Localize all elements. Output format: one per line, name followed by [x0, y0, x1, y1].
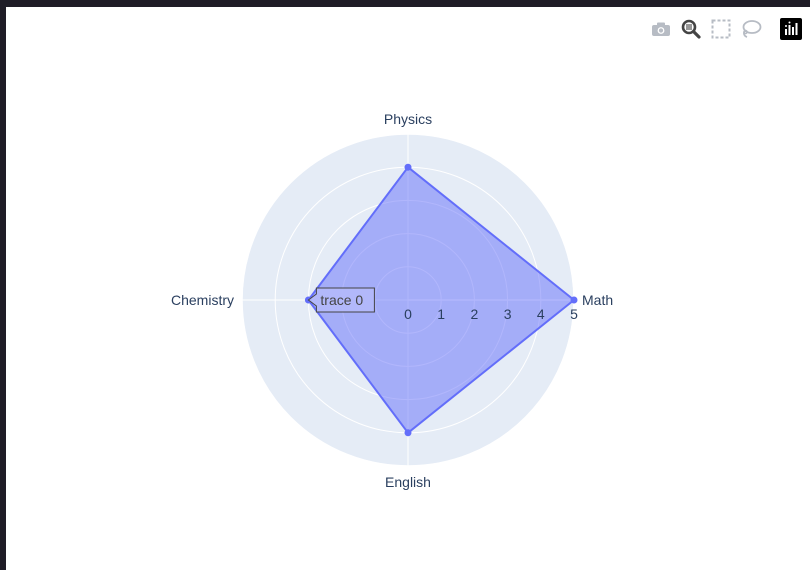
- category-label: Physics: [384, 111, 432, 127]
- lasso-select-icon[interactable]: [740, 18, 762, 40]
- radial-tick-label: 1: [437, 306, 445, 322]
- plot-area: 0 1 2 3 4 5 Math Physics Chemistry English trace 0: [6, 7, 810, 570]
- radial-tick-label: 3: [504, 306, 512, 322]
- zoom-icon[interactable]: [680, 18, 702, 40]
- radial-tick-label: 0: [404, 306, 412, 322]
- category-label: Chemistry: [171, 292, 234, 308]
- data-point[interactable]: [570, 296, 578, 304]
- camera-icon[interactable]: [650, 18, 672, 40]
- radar-chart[interactable]: 0 1 2 3 4 5Math Physics Chemistry English trace 0: [6, 7, 810, 570]
- hover-label-text: trace 0: [320, 292, 363, 308]
- radial-tick-label: 4: [537, 306, 545, 322]
- radial-tick-label: 5: [570, 306, 578, 322]
- data-point[interactable]: [404, 429, 412, 437]
- category-label: Math: [582, 292, 613, 308]
- data-point[interactable]: [404, 163, 412, 171]
- radial-tick-label: 2: [471, 306, 479, 322]
- box-select-icon[interactable]: [710, 18, 732, 40]
- category-label: English: [385, 474, 431, 490]
- plotly-logo-icon[interactable]: [780, 18, 802, 40]
- modebar: [650, 17, 802, 41]
